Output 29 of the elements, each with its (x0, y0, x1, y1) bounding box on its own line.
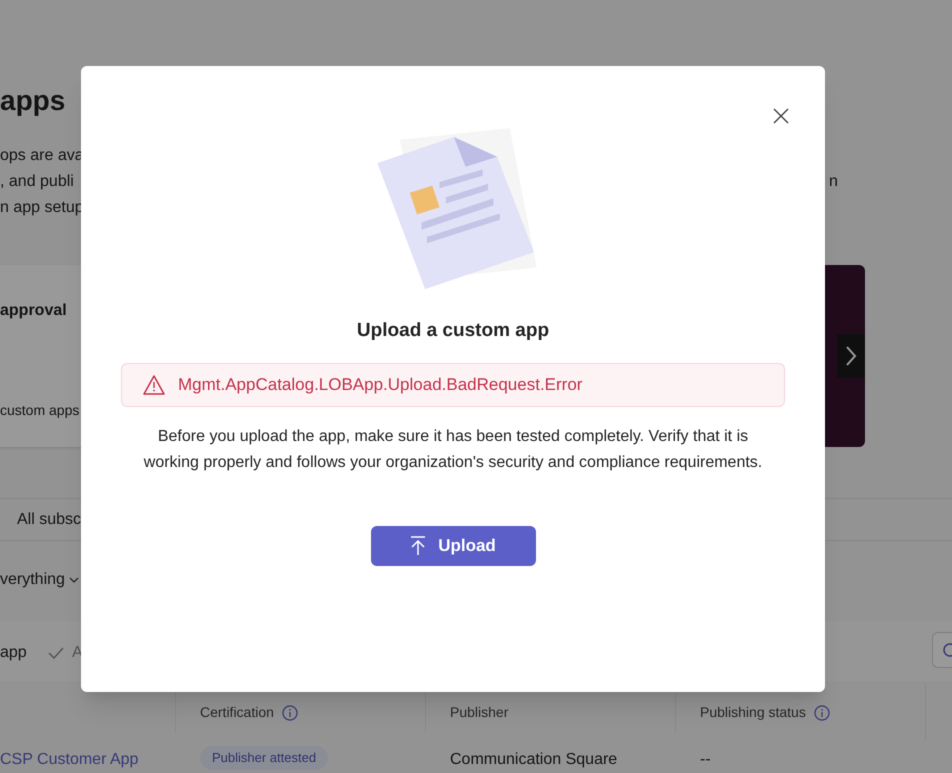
table-cell-text: -- (700, 750, 711, 770)
card-title: approval (0, 301, 67, 321)
info-icon[interactable] (282, 704, 298, 720)
close-button[interactable] (771, 106, 791, 126)
chevron-right-icon (844, 345, 858, 367)
column-header[interactable]: Publishing status (700, 702, 806, 723)
info-icon[interactable] (814, 704, 830, 720)
column-header[interactable]: Publisher (450, 702, 508, 723)
page-heading: apps (0, 84, 66, 118)
filter-dropdown[interactable]: verything (0, 568, 79, 592)
description-text: n (829, 172, 838, 192)
warning-icon (142, 374, 166, 396)
close-icon (773, 108, 789, 124)
dialog-title: Upload a custom app (356, 319, 550, 343)
error-message: Mgmt.AppCatalog.LOBApp.Upload.BadRequest.Error (178, 374, 582, 396)
add-app-button[interactable]: app (0, 641, 27, 665)
description-text: , and publi (0, 172, 74, 192)
dialog-message: Before you upload the app, make sure it has been tested completely. Verify that it is working properly and follows your organization's security and compliance requirements. (142, 426, 764, 472)
upload-button[interactable]: Upload (370, 526, 536, 566)
upload-icon (410, 536, 426, 556)
card-text: custom apps (0, 401, 80, 420)
chevron-down-icon (68, 576, 79, 584)
app-name-link[interactable]: CSP Customer App (0, 748, 138, 772)
check-icon (48, 646, 64, 660)
column-header[interactable]: Certification (200, 702, 274, 723)
tab[interactable]: All subsc (17, 508, 82, 532)
table-cell-text: Communication Square (450, 750, 618, 770)
certification-tag: Publisher attested (200, 746, 328, 770)
next-button[interactable] (837, 334, 865, 378)
